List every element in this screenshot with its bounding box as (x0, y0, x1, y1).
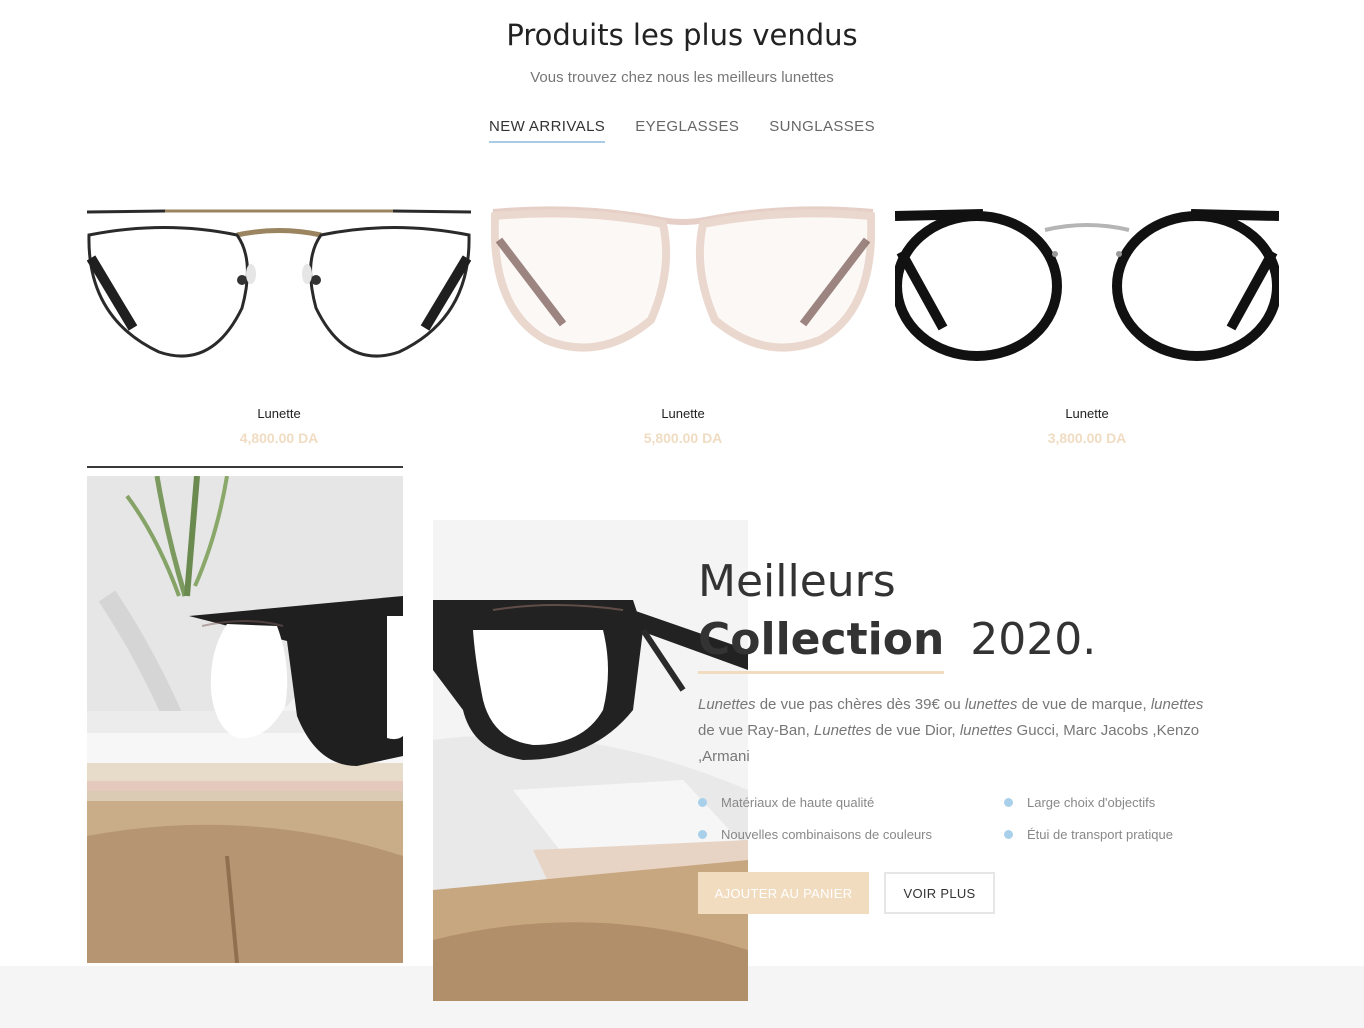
desc-part: lunettes (1150, 696, 1204, 713)
aviator-metal-glasses-image[interactable] (87, 190, 471, 380)
bullet-dot-icon (698, 830, 707, 839)
banner-description: Lunettes de vue pas chères dès 39€ ou lu… (698, 692, 1218, 770)
product-price: 5,800.00 DA (643, 430, 723, 446)
desc-part: lunettes (964, 696, 1018, 713)
desc-part: de vue Ray-Ban, (698, 722, 814, 739)
feature-label: Matériaux de haute qualité (721, 795, 875, 810)
banner-title-year: 2020. (970, 614, 1097, 665)
product-price: 3,800.00 DA (1047, 430, 1127, 446)
banner-photo-left (87, 476, 403, 963)
product-card[interactable]: Lunette 4,800.00 DA (87, 190, 471, 460)
desc-part: Lunettes (698, 696, 756, 713)
add-to-cart-button[interactable]: AJOUTER AU PANIER (698, 872, 869, 914)
photo-top-line (87, 466, 403, 468)
round-black-glasses-image[interactable] (895, 190, 1279, 380)
feature-list: Matériaux de haute qualité Large choix d… (698, 795, 1218, 842)
banner-title-line-2: Collection 2020. (698, 614, 1096, 674)
feature-item: Nouvelles combinaisons de couleurs (698, 827, 1004, 842)
product-name[interactable]: Lunette (87, 406, 471, 421)
tab-new-arrivals[interactable]: NEW ARRIVALS (489, 118, 606, 143)
bullet-dot-icon (1004, 830, 1013, 839)
section-title: Produits les plus vendus (506, 18, 858, 52)
desc-part: lunettes (959, 722, 1013, 739)
feature-label: Large choix d'objectifs (1027, 795, 1156, 810)
product-tabs: NEW ARRIVALS EYEGLASSES SUNGLASSES (0, 118, 1364, 143)
desc-part: de vue de marque, (1017, 696, 1151, 713)
feature-item: Étui de transport pratique (1004, 827, 1218, 842)
product-card[interactable]: Lunette 3,800.00 DA (895, 190, 1279, 460)
desc-part: Lunettes (813, 722, 872, 739)
product-card[interactable]: Lunette 5,800.00 DA (491, 190, 875, 460)
view-more-button[interactable]: VOIR PLUS (884, 872, 995, 914)
feature-item: Large choix d'objectifs (1004, 795, 1218, 810)
pink-transparent-glasses-image[interactable] (491, 190, 875, 380)
feature-item: Matériaux de haute qualité (698, 795, 1004, 810)
bullet-dot-icon (698, 798, 707, 807)
desc-part: de vue Dior, (871, 722, 960, 739)
banner-title-strong: Collection (698, 614, 945, 674)
section-subtitle: Vous trouvez chez nous les meilleurs lun… (530, 69, 834, 86)
product-price: 4,800.00 DA (239, 430, 319, 446)
product-name[interactable]: Lunette (895, 406, 1279, 421)
bullet-dot-icon (1004, 798, 1013, 807)
product-name[interactable]: Lunette (491, 406, 875, 421)
desc-part: de vue pas chères dès 39€ ou (755, 696, 965, 713)
banner-title: Meilleurs (698, 556, 896, 607)
feature-label: Étui de transport pratique (1027, 827, 1173, 842)
tab-eyeglasses[interactable]: EYEGLASSES (635, 118, 739, 143)
feature-label: Nouvelles combinaisons de couleurs (721, 827, 933, 842)
tab-sunglasses[interactable]: SUNGLASSES (769, 118, 875, 143)
